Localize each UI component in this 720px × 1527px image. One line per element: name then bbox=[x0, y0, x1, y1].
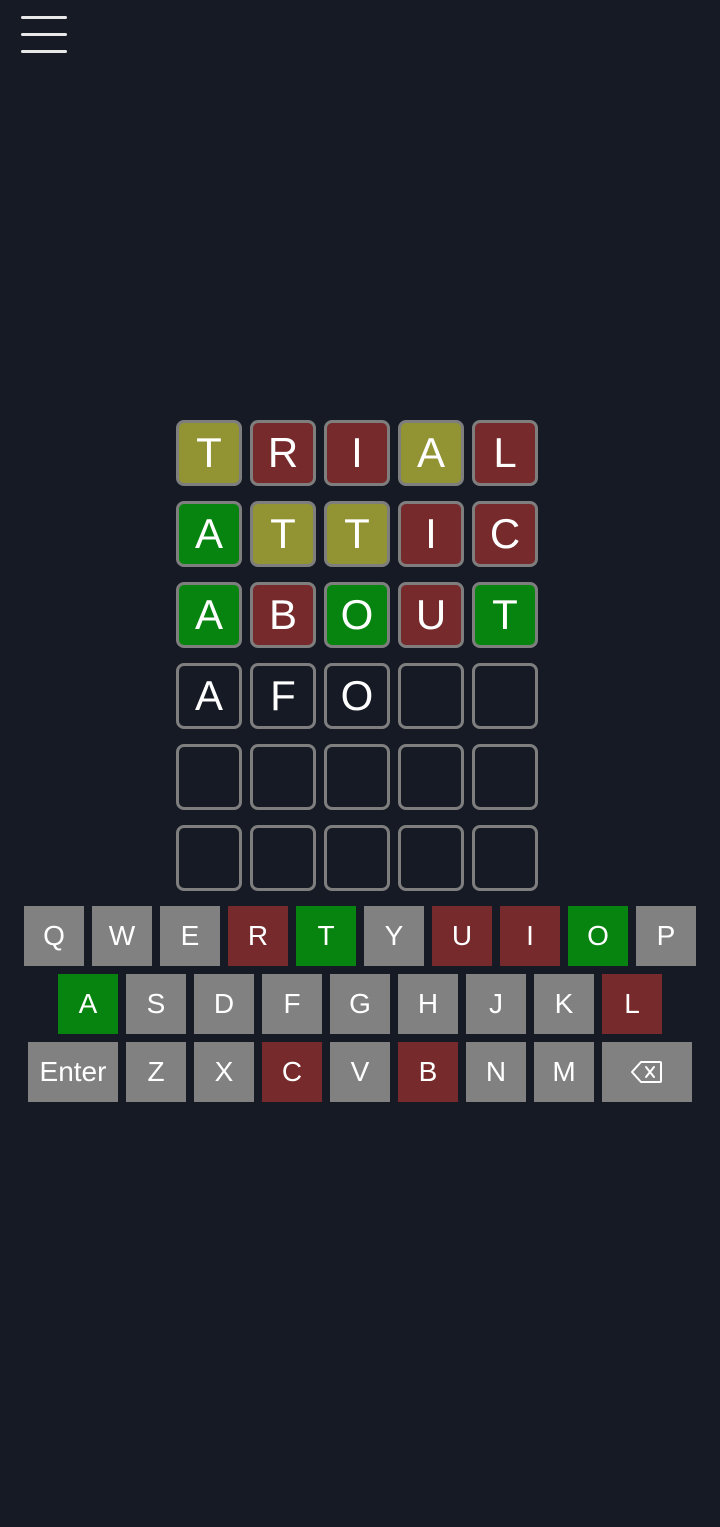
board-row: ABOUT bbox=[176, 582, 538, 648]
letter-tile bbox=[398, 663, 464, 729]
key-q[interactable]: Q bbox=[24, 906, 84, 966]
menu-bar bbox=[21, 16, 67, 19]
letter-tile bbox=[324, 744, 390, 810]
board-row: ATTIC bbox=[176, 501, 538, 567]
letter-tile: O bbox=[324, 663, 390, 729]
key-s[interactable]: S bbox=[126, 974, 186, 1034]
backspace-key[interactable] bbox=[602, 1042, 692, 1102]
letter-tile bbox=[472, 744, 538, 810]
letter-tile bbox=[176, 744, 242, 810]
key-n[interactable]: N bbox=[466, 1042, 526, 1102]
key-v[interactable]: V bbox=[330, 1042, 390, 1102]
enter-key[interactable]: Enter bbox=[28, 1042, 118, 1102]
letter-tile: T bbox=[250, 501, 316, 567]
key-w[interactable]: W bbox=[92, 906, 152, 966]
key-r[interactable]: R bbox=[228, 906, 288, 966]
key-o[interactable]: O bbox=[568, 906, 628, 966]
letter-tile: R bbox=[250, 420, 316, 486]
key-m[interactable]: M bbox=[534, 1042, 594, 1102]
letter-tile: T bbox=[472, 582, 538, 648]
letter-tile bbox=[176, 825, 242, 891]
letter-tile: T bbox=[324, 501, 390, 567]
letter-tile: L bbox=[472, 420, 538, 486]
key-k[interactable]: K bbox=[534, 974, 594, 1034]
letter-tile: U bbox=[398, 582, 464, 648]
key-g[interactable]: G bbox=[330, 974, 390, 1034]
board-row bbox=[176, 825, 538, 891]
letter-tile: C bbox=[472, 501, 538, 567]
letter-tile: I bbox=[398, 501, 464, 567]
key-l[interactable]: L bbox=[602, 974, 662, 1034]
board-row bbox=[176, 744, 538, 810]
wordle-app: TRIALATTICABOUTAFO Q W E R T Y U I O P A S D F G H J K L En… bbox=[0, 0, 720, 1527]
letter-tile: A bbox=[176, 663, 242, 729]
letter-tile: O bbox=[324, 582, 390, 648]
board-row: TRIAL bbox=[176, 420, 538, 486]
key-a[interactable]: A bbox=[58, 974, 118, 1034]
key-x[interactable]: X bbox=[194, 1042, 254, 1102]
letter-tile: T bbox=[176, 420, 242, 486]
game-board: TRIALATTICABOUTAFO bbox=[176, 420, 538, 906]
menu-bar bbox=[21, 33, 67, 36]
letter-tile bbox=[398, 825, 464, 891]
letter-tile: A bbox=[176, 501, 242, 567]
key-b[interactable]: B bbox=[398, 1042, 458, 1102]
key-i[interactable]: I bbox=[500, 906, 560, 966]
key-p[interactable]: P bbox=[636, 906, 696, 966]
key-y[interactable]: Y bbox=[364, 906, 424, 966]
keyboard-row: QWERTYUIOP bbox=[0, 906, 720, 966]
letter-tile: I bbox=[324, 420, 390, 486]
letter-tile: A bbox=[176, 582, 242, 648]
on-screen-keyboard: Q W E R T Y U I O P A S D F G H J K L Enter Z X C V B N M bbox=[0, 906, 720, 1110]
letter-tile bbox=[398, 744, 464, 810]
letter-tile bbox=[472, 663, 538, 729]
key-d[interactable]: D bbox=[194, 974, 254, 1034]
key-t[interactable]: T bbox=[296, 906, 356, 966]
letter-tile bbox=[250, 825, 316, 891]
key-f[interactable]: F bbox=[262, 974, 322, 1034]
key-h[interactable]: H bbox=[398, 974, 458, 1034]
letter-tile: B bbox=[250, 582, 316, 648]
keyboard-row: Enter Z X C V B N M bbox=[0, 1042, 720, 1102]
key-z[interactable]: Z bbox=[126, 1042, 186, 1102]
letter-tile bbox=[324, 825, 390, 891]
letter-tile bbox=[472, 825, 538, 891]
letter-tile: F bbox=[250, 663, 316, 729]
key-e[interactable]: E bbox=[160, 906, 220, 966]
letter-tile bbox=[250, 744, 316, 810]
key-j[interactable]: J bbox=[466, 974, 526, 1034]
key-c[interactable]: C bbox=[262, 1042, 322, 1102]
backspace-icon bbox=[631, 1061, 662, 1083]
key-u[interactable]: U bbox=[432, 906, 492, 966]
hamburger-menu-icon[interactable] bbox=[20, 14, 68, 56]
menu-bar bbox=[21, 50, 67, 53]
board-row: AFO bbox=[176, 663, 538, 729]
letter-tile: A bbox=[398, 420, 464, 486]
keyboard-row: ASDFGHJKL bbox=[0, 974, 720, 1034]
